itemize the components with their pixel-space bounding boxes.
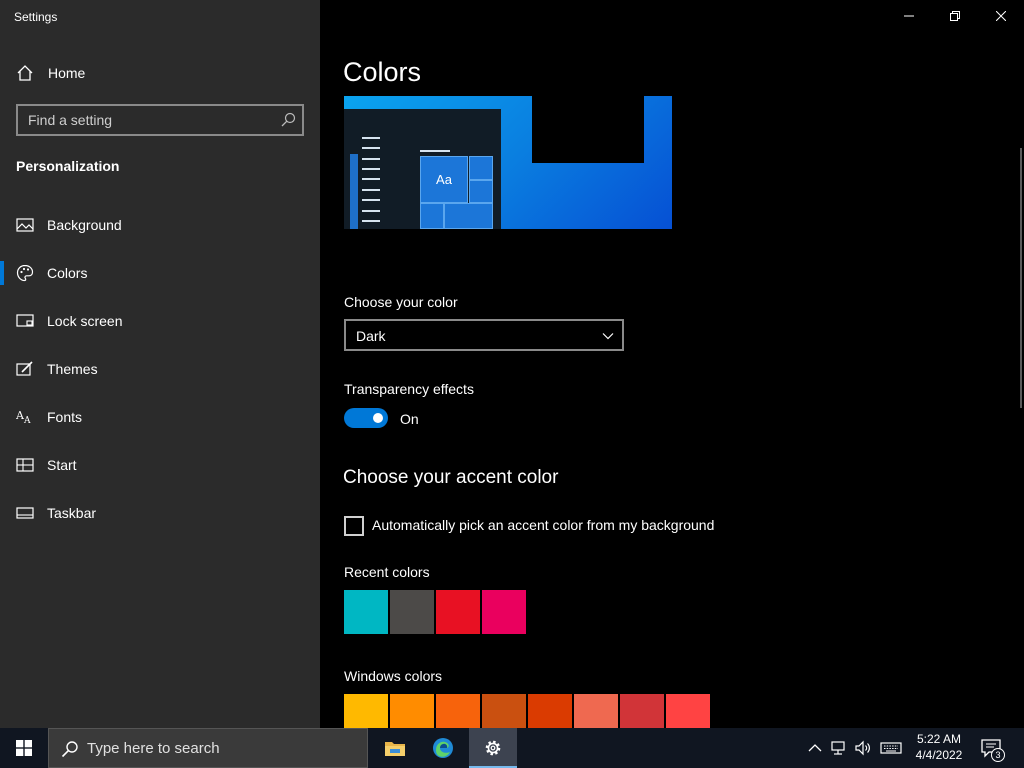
main-content: Colors Aa Choose your color Dark Transpa…	[320, 0, 1024, 738]
sidebar-item-themes[interactable]: Themes	[0, 349, 320, 389]
recent-color-swatch[interactable]	[344, 590, 388, 634]
restore-icon	[950, 11, 960, 21]
taskbar-search-box[interactable]	[48, 728, 368, 768]
recent-color-swatch[interactable]	[482, 590, 526, 634]
recent-colors-row	[344, 590, 528, 634]
volume-icon[interactable]	[854, 739, 872, 757]
sidebar-item-label: Colors	[47, 265, 88, 281]
app-title: Settings	[14, 10, 58, 24]
taskbar-edge[interactable]	[419, 728, 467, 768]
windows-colors-label: Windows colors	[344, 668, 443, 684]
keyboard-icon[interactable]	[880, 739, 902, 757]
search-icon[interactable]	[280, 112, 296, 128]
choose-color-label: Choose your color	[344, 294, 458, 310]
restore-button[interactable]	[932, 0, 978, 32]
settings-gear-icon	[485, 740, 501, 756]
svg-text:A: A	[23, 416, 31, 426]
transparency-toggle[interactable]	[344, 408, 388, 428]
theme-preview: Aa	[344, 96, 672, 229]
sidebar: Settings Home Personalization Background…	[0, 0, 320, 728]
notification-count-badge: 3	[991, 748, 1005, 762]
section-title: Personalization	[16, 158, 120, 174]
taskbar-search-input[interactable]	[87, 729, 357, 767]
recent-color-swatch[interactable]	[390, 590, 434, 634]
system-clock[interactable]: 5:22 AM 4/4/2022	[908, 731, 970, 763]
page-title: Colors	[343, 57, 422, 87]
taskbar-settings[interactable]	[469, 728, 517, 768]
sidebar-item-lock-screen[interactable]: Lock screen	[0, 301, 320, 341]
scrollbar[interactable]	[1020, 148, 1022, 408]
preview-start-menu: Aa	[344, 109, 501, 229]
start-icon	[16, 458, 34, 472]
transparency-state: On	[400, 411, 419, 427]
sidebar-item-home[interactable]: Home	[0, 56, 320, 90]
clock-time: 5:22 AM	[916, 732, 962, 746]
sidebar-item-background[interactable]: Background	[0, 205, 320, 245]
start-button[interactable]	[0, 728, 48, 768]
search-icon	[61, 741, 78, 758]
preview-accent-strip	[350, 154, 358, 229]
sidebar-item-label: Start	[47, 457, 77, 473]
chevron-down-icon	[602, 333, 614, 340]
find-setting-box[interactable]	[16, 104, 304, 136]
window-controls	[886, 0, 1024, 32]
preview-sample-tile: Aa	[420, 156, 468, 203]
sidebar-item-label: Taskbar	[47, 505, 97, 521]
auto-accent-checkbox[interactable]	[344, 516, 364, 536]
recent-colors-label: Recent colors	[344, 564, 430, 580]
image-icon	[16, 218, 34, 232]
taskbar: 5:22 AM 4/4/2022 3	[0, 728, 1024, 768]
transparency-label: Transparency effects	[344, 381, 474, 397]
network-icon[interactable]	[830, 739, 848, 757]
taskbar-file-explorer[interactable]	[371, 728, 419, 768]
close-button[interactable]	[978, 0, 1024, 32]
minimize-icon	[904, 15, 914, 17]
chevron-up-icon[interactable]	[806, 739, 824, 757]
edge-icon	[433, 738, 453, 758]
sidebar-item-label: Themes	[47, 361, 98, 377]
find-setting-input[interactable]	[18, 106, 268, 134]
preview-window-cutout	[532, 96, 644, 163]
sidebar-item-label: Background	[47, 217, 122, 233]
sidebar-item-start[interactable]: Start	[0, 445, 320, 485]
brush-icon	[16, 361, 33, 376]
choose-color-dropdown[interactable]: Dark	[344, 319, 624, 351]
sidebar-item-label: Fonts	[47, 409, 83, 425]
taskbar-icon	[16, 507, 34, 519]
font-icon: A A	[16, 409, 31, 426]
recent-color-swatch[interactable]	[436, 590, 480, 634]
lock-screen-icon	[16, 314, 34, 327]
home-icon	[17, 65, 33, 81]
sidebar-item-fonts[interactable]: A A Fonts	[0, 397, 320, 437]
palette-icon	[16, 264, 34, 282]
accent-color-heading: Choose your accent color	[343, 467, 559, 488]
clock-date: 4/4/2022	[915, 748, 963, 762]
windows-logo-icon	[16, 740, 32, 756]
auto-accent-label[interactable]: Automatically pick an accent color from …	[372, 517, 714, 533]
file-explorer-icon	[385, 742, 405, 756]
toggle-knob	[373, 413, 383, 423]
minimize-button[interactable]	[886, 0, 932, 32]
sidebar-item-taskbar[interactable]: Taskbar	[0, 493, 320, 533]
close-icon	[996, 11, 1006, 21]
sidebar-item-label: Lock screen	[47, 313, 123, 329]
choose-color-value: Dark	[356, 328, 386, 344]
sidebar-item-colors[interactable]: Colors	[0, 253, 320, 293]
sidebar-item-label: Home	[48, 65, 86, 81]
